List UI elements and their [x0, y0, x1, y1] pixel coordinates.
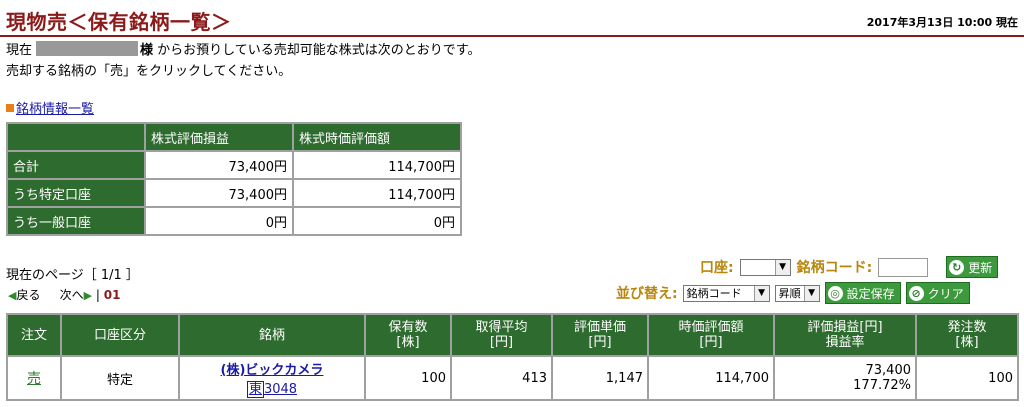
avg-cost: 413 [450, 355, 553, 401]
chevron-down-icon: ▼ [774, 259, 790, 275]
stock-name-link[interactable]: (株)ビックカメラ [221, 363, 324, 378]
summary-header-blank [6, 122, 146, 152]
intro-line1: からお預りしている売却可能な株式は次のとおりです。 [153, 43, 481, 58]
summary-value: 114,700円 [292, 178, 462, 208]
title-divider [0, 35, 1024, 37]
summary-value: 114,700円 [292, 150, 462, 180]
page-title: 現物売＜保有銘柄一覧＞ [6, 10, 232, 34]
summary-profit: 73,400円 [144, 150, 294, 180]
col-stock: 銘柄 [178, 313, 366, 357]
col-unit-price: 評価単価 [円] [551, 313, 649, 357]
filter-row-account: 口座: ▼ 銘柄コード: ↻ 更新 [700, 256, 999, 278]
quantity: 100 [364, 355, 452, 401]
profit: 73,400 [865, 363, 912, 378]
stock-cell: (株)ビックカメラ 東 3048 [178, 355, 366, 401]
sort-field-select[interactable]: 銘柄コード ▼ [682, 284, 770, 302]
account-type: 特定 [60, 355, 180, 401]
summary-profit: 0円 [144, 206, 294, 236]
refresh-icon: ↻ [949, 259, 965, 275]
profit-rate: 177.72% [853, 378, 911, 393]
save-settings-button[interactable]: ◎ 設定保存 [824, 282, 901, 304]
refresh-button[interactable]: ↻ 更新 [946, 256, 999, 278]
pager-separator: | [95, 288, 100, 302]
account-select[interactable]: ▼ [739, 258, 791, 276]
table-row: 売 特定 (株)ビックカメラ 東 3048 100 413 1,147 114,7… [6, 355, 1019, 401]
summary-profit: 73,400円 [144, 178, 294, 208]
next-page-link[interactable]: 次へ [60, 288, 84, 302]
clear-button[interactable]: ⊘ クリア [905, 282, 970, 304]
col-account: 口座区分 [60, 313, 180, 357]
sort-order-select[interactable]: 昇順 ▼ [774, 284, 820, 302]
intro-line2: 売却する銘柄の「売」をクリックしてください。 [6, 64, 292, 79]
market-value: 114,700 [647, 355, 775, 401]
order-qty: 100 [915, 355, 1019, 401]
filter-row-sort: 並び替え: 銘柄コード ▼ 昇順 ▼ ◎ 設定保存 ⊘ クリア [616, 282, 970, 304]
as-of-datetime: 2017年3月13日 10:00 現在 [866, 16, 1018, 29]
triangle-right-icon: ▶ [83, 289, 93, 302]
col-quantity: 保有数 [株] [364, 313, 452, 357]
summary-header-value: 株式時価評価額 [292, 122, 462, 152]
page-number-link[interactable]: 01 [104, 288, 121, 302]
intro-text: 現在 様 からお預りしている売却可能な株式は次のとおりです。 売却する銘柄の「売」… [6, 40, 480, 82]
code-label: 銘柄コード: [796, 260, 873, 276]
summary-row-total: 合計 73,400円 114,700円 [6, 150, 462, 180]
pager: ◀戻る 次へ▶ | 01 [8, 286, 120, 303]
summary-header-row: 株式評価損益 株式時価評価額 [6, 122, 462, 152]
col-avg-cost: 取得平均 [円] [450, 313, 553, 357]
chevron-down-icon: ▼ [753, 285, 769, 301]
col-market-value: 時価評価額 [円] [647, 313, 775, 357]
chevron-down-icon: ▼ [803, 285, 819, 301]
circle-icon: ◎ [827, 285, 843, 301]
page-info: 現在のページ［ 1/1 ］ [6, 268, 139, 283]
summary-label: うち特定口座 [6, 178, 146, 208]
holdings-header-row: 注文 口座区分 銘柄 保有数 [株] 取得平均 [円] 評価単価 [円] 時価評価額[… [6, 313, 1019, 357]
unit-price: 1,147 [551, 355, 649, 401]
stock-code-link[interactable]: 3048 [264, 382, 297, 397]
account-label: 口座: [700, 260, 734, 276]
prev-page-link[interactable]: 戻る [16, 288, 40, 302]
stock-code-input[interactable] [878, 257, 929, 277]
sell-link[interactable]: 売 [27, 371, 41, 387]
sort-label: 並び替え: [616, 286, 678, 302]
summary-row-general: うち一般口座 0円 0円 [6, 206, 462, 236]
order-cell: 売 [6, 355, 62, 401]
summary-header-profit: 株式評価損益 [144, 122, 294, 152]
profit-cell: 73,400 177.72% [773, 355, 917, 401]
summary-label: 合計 [6, 150, 146, 180]
section-header: 銘柄情報一覧 [6, 98, 94, 117]
summary-label: うち一般口座 [6, 206, 146, 236]
prohibit-icon: ⊘ [908, 285, 924, 301]
holdings-table: 注文 口座区分 銘柄 保有数 [株] 取得平均 [円] 評価単価 [円] 時価評価額[… [6, 313, 1019, 401]
masked-customer-name [36, 41, 139, 56]
orange-square-icon [6, 104, 14, 112]
col-order-qty: 発注数 [株] [915, 313, 1019, 357]
summary-value: 0円 [292, 206, 462, 236]
market-badge[interactable]: 東 [246, 381, 264, 398]
col-profit: 評価損益[円] 損益率 [773, 313, 917, 357]
intro-sama: 様 [140, 43, 154, 58]
stock-info-list-link[interactable]: 銘柄情報一覧 [16, 102, 94, 117]
summary-row-specific: うち特定口座 73,400円 114,700円 [6, 178, 462, 208]
col-order: 注文 [6, 313, 62, 357]
summary-table: 株式評価損益 株式時価評価額 合計 73,400円 114,700円 うち特定口… [6, 122, 462, 236]
intro-prefix: 現在 [6, 43, 33, 58]
